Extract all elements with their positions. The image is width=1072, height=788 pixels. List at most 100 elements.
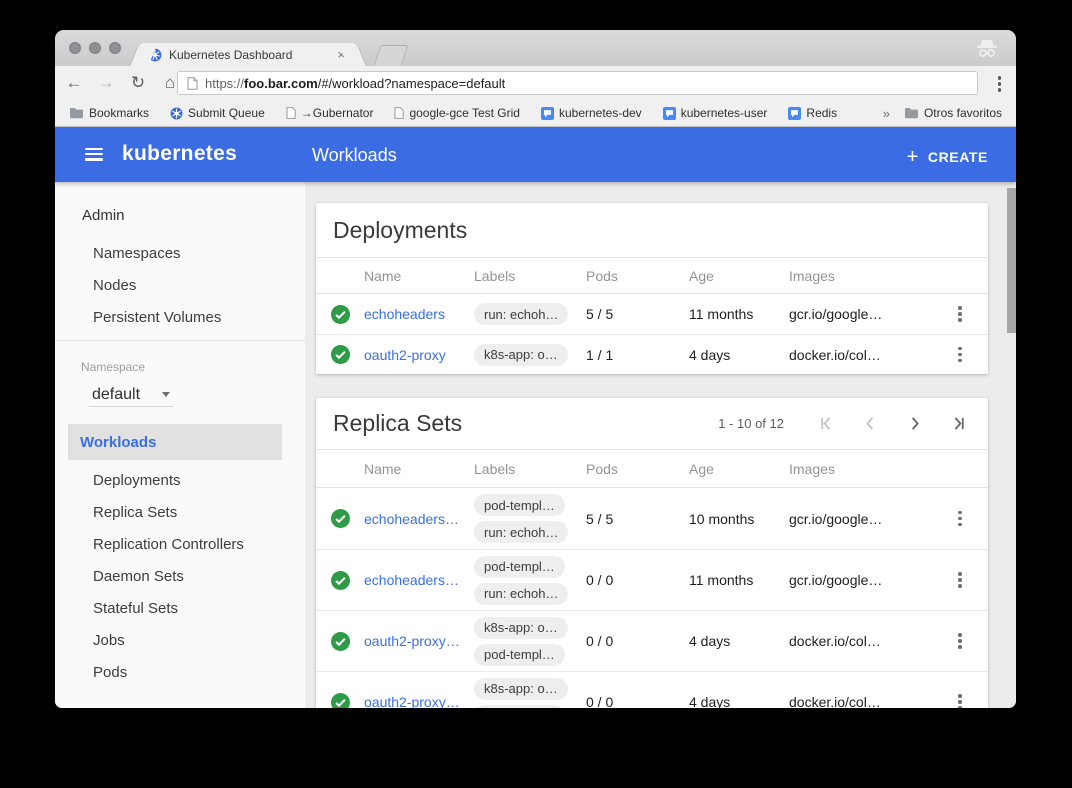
sidebar-item-persistent-volumes[interactable]: Persistent Volumes: [55, 301, 305, 333]
pagination: 1 - 10 of 12: [718, 416, 966, 431]
reload-icon[interactable]: ↻: [125, 73, 151, 93]
create-button[interactable]: + CREATE: [903, 141, 992, 173]
resource-link[interactable]: oauth2-proxy…: [364, 633, 474, 649]
bookmark-item[interactable]: →Gubernator: [286, 106, 374, 120]
hamburger-menu-icon[interactable]: [83, 146, 105, 163]
sidebar: Admin Namespaces Nodes Persistent Volume…: [55, 182, 305, 708]
pagination-range: 1 - 10 of 12: [718, 416, 784, 431]
window-zoom-button[interactable]: [109, 42, 121, 54]
row-menu-button[interactable]: [955, 569, 965, 591]
status-ok-icon: [316, 632, 364, 651]
label-chip: k8s-app: o…: [474, 678, 568, 700]
resource-link[interactable]: echoheaders: [364, 306, 474, 322]
kubernetes-favicon-icon: [148, 48, 162, 62]
window-close-button[interactable]: [69, 42, 81, 54]
groups-icon: [663, 107, 676, 120]
bookmark-item[interactable]: kubernetes-dev: [541, 106, 642, 120]
groups-icon: [788, 107, 801, 120]
folder-icon: [69, 107, 84, 119]
card-title: Replica Sets: [333, 410, 718, 437]
age-cell: 4 days: [689, 633, 789, 649]
last-page-icon[interactable]: [951, 416, 966, 431]
back-icon[interactable]: ←: [61, 73, 87, 93]
table-row: oauth2-proxy… k8s-app: o… pod-templ… 0 /…: [316, 610, 988, 671]
images-cell: gcr.io/google…: [789, 572, 932, 588]
sidebar-item-daemon-sets[interactable]: Daemon Sets: [55, 560, 305, 592]
resource-link[interactable]: oauth2-proxy: [364, 347, 474, 363]
label-chip: pod-templ…: [474, 494, 565, 516]
bookmark-item[interactable]: google-gce Test Grid: [394, 106, 520, 120]
kubernetes-icon: [170, 107, 183, 120]
row-menu-button[interactable]: [955, 303, 965, 325]
status-ok-icon: [316, 509, 364, 528]
table-row: oauth2-proxy k8s-app: o… 1 / 1 4 days do…: [316, 334, 988, 374]
table-header: Name Labels Pods Age Images: [316, 258, 988, 294]
pods-cell: 1 / 1: [586, 347, 689, 363]
tab-close-icon[interactable]: ×: [337, 48, 345, 61]
replica-sets-card: Replica Sets 1 - 10 of 12: [316, 398, 988, 708]
resource-link[interactable]: echoheaders…: [364, 572, 474, 588]
resource-link[interactable]: echoheaders…: [364, 511, 474, 527]
table-row: oauth2-proxy… k8s-app: o… pod-templ… 0 /…: [316, 671, 988, 708]
table-row: echoheaders… pod-templ… run: echoh… 5 / …: [316, 488, 988, 549]
bookmark-item[interactable]: Otros favoritos: [904, 106, 1002, 120]
sidebar-item-namespaces[interactable]: Namespaces: [55, 237, 305, 269]
bookmark-item[interactable]: kubernetes-user: [663, 106, 768, 120]
sidebar-item-pods[interactable]: Pods: [55, 656, 305, 688]
forward-icon[interactable]: →: [93, 73, 119, 93]
incognito-icon: [974, 37, 1000, 59]
tab-title: Kubernetes Dashboard: [169, 48, 330, 62]
next-page-icon[interactable]: [907, 416, 922, 431]
sidebar-item-admin[interactable]: Admin: [55, 199, 305, 231]
bookmark-item[interactable]: Submit Queue: [170, 106, 265, 120]
pods-cell: 0 / 0: [586, 633, 689, 649]
sidebar-item-nodes[interactable]: Nodes: [55, 269, 305, 301]
status-ok-icon: [316, 305, 364, 324]
kubernetes-logo[interactable]: kubernetes: [122, 142, 237, 166]
sidebar-item-workloads[interactable]: Workloads: [68, 424, 282, 460]
scrollbar-thumb[interactable]: [1007, 188, 1016, 333]
row-menu-button[interactable]: [955, 691, 965, 708]
plus-icon: +: [907, 147, 919, 167]
label-chip: pod-templ…: [474, 705, 565, 709]
url-bar[interactable]: https://foo.bar.com/#/workload?namespace…: [177, 71, 978, 95]
sidebar-item-jobs[interactable]: Jobs: [55, 624, 305, 656]
browser-menu-button[interactable]: [996, 74, 1004, 94]
label-chip: pod-templ…: [474, 644, 565, 666]
main-panel: Deployments Name Labels Pods Age Images …: [305, 182, 1016, 708]
pods-cell: 0 / 0: [586, 694, 689, 708]
deployments-card: Deployments Name Labels Pods Age Images …: [316, 203, 988, 374]
row-menu-button[interactable]: [955, 630, 965, 652]
traffic-lights: [69, 42, 121, 54]
status-ok-icon: [316, 345, 364, 364]
url-host: foo.bar.com: [244, 76, 318, 91]
label-chip: run: echoh…: [474, 303, 568, 325]
new-tab-button[interactable]: [374, 45, 409, 66]
sidebar-item-stateful-sets[interactable]: Stateful Sets: [55, 592, 305, 624]
namespace-select[interactable]: default: [89, 383, 173, 407]
row-menu-button[interactable]: [955, 508, 965, 530]
window-minimize-button[interactable]: [89, 42, 101, 54]
page-icon: [286, 107, 296, 119]
page-icon: [394, 107, 404, 119]
row-menu-button[interactable]: [955, 344, 965, 366]
browser-tab[interactable]: Kubernetes Dashboard ×: [143, 43, 353, 66]
sidebar-item-deployments[interactable]: Deployments: [55, 464, 305, 496]
url-text: https://foo.bar.com/#/workload?namespace…: [205, 76, 505, 91]
bookmark-item[interactable]: Redis: [788, 106, 837, 120]
status-ok-icon: [316, 571, 364, 590]
label-chip: pod-templ…: [474, 556, 565, 578]
images-cell: docker.io/col…: [789, 347, 932, 363]
age-cell: 11 months: [689, 572, 789, 588]
table-row: echoheaders run: echoh… 5 / 5 11 months …: [316, 294, 988, 334]
bookmark-item[interactable]: Bookmarks: [69, 106, 149, 120]
page-security-icon: [187, 77, 198, 90]
first-page-icon[interactable]: [819, 416, 834, 431]
bookmarks-overflow-chevron[interactable]: »: [883, 106, 890, 121]
prev-page-icon[interactable]: [863, 416, 878, 431]
age-cell: 4 days: [689, 347, 789, 363]
sidebar-item-replica-sets[interactable]: Replica Sets: [55, 496, 305, 528]
sidebar-item-replication-controllers[interactable]: Replication Controllers: [55, 528, 305, 560]
resource-link[interactable]: oauth2-proxy…: [364, 694, 474, 708]
images-cell: gcr.io/google…: [789, 511, 932, 527]
